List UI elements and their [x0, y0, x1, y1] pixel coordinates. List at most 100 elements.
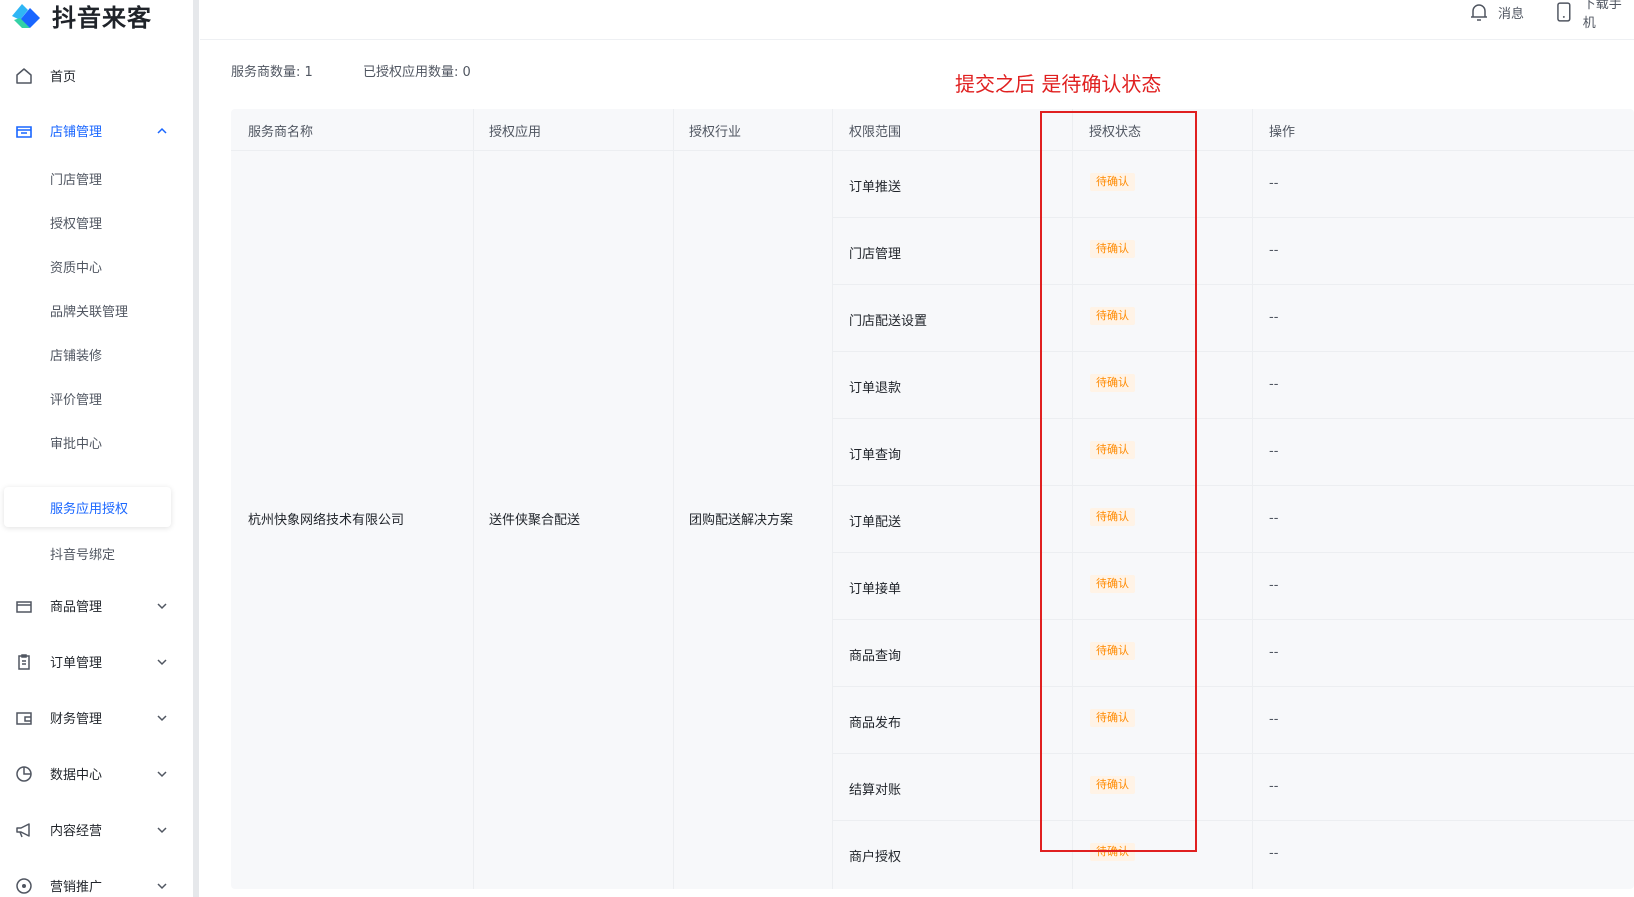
nav-content-ops[interactable]: 内容经营	[0, 809, 190, 849]
row-divider	[832, 686, 1634, 687]
nav-content-ops-label: 内容经营	[50, 823, 103, 839]
scope-cell: 订单查询	[849, 448, 902, 463]
operation-cell: --	[1269, 779, 1279, 794]
home-icon	[16, 68, 32, 84]
chevron-up-icon	[157, 127, 167, 134]
scope-cell: 商品查询	[849, 649, 902, 664]
logo[interactable]: 抖音来客	[8, 0, 152, 32]
sidebar-item-service-app-auth[interactable]: 服务应用授权	[4, 487, 171, 527]
authorized-app-count: 已授权应用数量: 0	[363, 65, 471, 80]
operation-cell: --	[1269, 511, 1279, 526]
provider-count: 服务商数量: 1	[231, 65, 313, 80]
operation-cell: --	[1269, 243, 1279, 258]
column-divider	[473, 109, 474, 889]
row-divider	[832, 217, 1634, 218]
nav-marketing[interactable]: 营销推广	[0, 865, 190, 897]
row-divider	[832, 820, 1634, 821]
scope-cell: 订单接单	[849, 582, 902, 597]
nav-marketing-label: 营销推广	[50, 879, 103, 895]
nav-store-management-label: 店铺管理	[50, 124, 103, 140]
sidebar-item-label: 门店管理	[50, 172, 103, 188]
sidebar-item-auth-management[interactable]: 授权管理	[0, 202, 172, 242]
clipboard-icon	[18, 654, 30, 670]
nav-home-label: 首页	[50, 69, 77, 85]
phone-icon	[1557, 2, 1571, 22]
location-icon	[16, 878, 32, 894]
sidebar-item-store-list[interactable]: 门店管理	[0, 158, 172, 198]
scope-cell: 订单推送	[849, 180, 902, 195]
sidebar-item-douyin-binding[interactable]: 抖音号绑定	[0, 533, 172, 573]
scope-cell: 门店配送设置	[849, 314, 928, 329]
row-divider	[832, 418, 1634, 419]
column-divider	[832, 109, 833, 889]
operation-cell: --	[1269, 578, 1279, 593]
messages-button[interactable]: 消息	[1468, 0, 1524, 24]
chevron-down-icon	[157, 883, 167, 890]
operation-cell: --	[1269, 377, 1279, 392]
provider-name-cell: 杭州快象网络技术有限公司	[248, 513, 405, 528]
nav-goods-management-label: 商品管理	[50, 599, 103, 615]
messages-label: 消息	[1498, 6, 1525, 22]
download-app-button[interactable]: 下载手机	[1553, 0, 1634, 31]
nav-order-management[interactable]: 订单管理	[0, 641, 190, 681]
scope-cell: 商品发布	[849, 716, 902, 731]
scope-cell: 门店管理	[849, 247, 902, 262]
sidebar-item-reviews[interactable]: 评价管理	[0, 378, 172, 418]
chevron-down-icon	[157, 715, 167, 722]
nav-data-center[interactable]: 数据中心	[0, 753, 190, 793]
annotation-note: 提交之后 是待确认状态	[955, 72, 1162, 96]
row-divider	[832, 552, 1634, 553]
nav-data-center-label: 数据中心	[50, 767, 103, 783]
logo-text: 抖音来客	[52, 3, 152, 32]
sidebar-item-label: 授权管理	[50, 216, 103, 232]
nav-home[interactable]: 首页	[0, 55, 190, 95]
topbar: 消息 下载手机	[200, 0, 1634, 40]
header-authorized-app: 授权应用	[489, 125, 542, 140]
sidebar-item-label: 评价管理	[50, 392, 103, 408]
header-industry: 授权行业	[689, 125, 742, 140]
sidebar-item-label: 服务应用授权	[50, 501, 129, 517]
nav-finance-management-label: 财务管理	[50, 711, 103, 727]
sidebar-item-label: 资质中心	[50, 260, 103, 276]
operation-cell: --	[1269, 176, 1279, 191]
sidebar-item-label: 审批中心	[50, 436, 103, 452]
sidebar-item-label: 店铺装修	[50, 348, 103, 364]
header-scope: 权限范围	[849, 125, 902, 140]
authorized-app-cell: 送件侠聚合配送	[489, 513, 581, 528]
row-divider	[832, 619, 1634, 620]
column-divider	[673, 109, 674, 889]
sidebar-item-qualification[interactable]: 资质中心	[0, 246, 172, 286]
megaphone-icon	[16, 823, 30, 838]
authorization-table	[231, 109, 1634, 889]
row-divider	[832, 351, 1634, 352]
chevron-down-icon	[157, 603, 167, 610]
scope-cell: 商户授权	[849, 850, 902, 865]
sidebar-item-brand-link[interactable]: 品牌关联管理	[0, 290, 172, 330]
operation-cell: --	[1269, 310, 1279, 325]
scope-cell: 订单退款	[849, 381, 902, 396]
row-divider	[832, 485, 1634, 486]
sidebar: 抖音来客 首页 店铺管理 门店管理 授权管理 资质中心 品牌关联管理 店铺装修 …	[0, 0, 190, 897]
sidebar-item-approval[interactable]: 审批中心	[0, 422, 172, 462]
nav-goods-management[interactable]: 商品管理	[0, 585, 190, 625]
operation-cell: --	[1269, 444, 1279, 459]
row-divider	[832, 284, 1634, 285]
chevron-down-icon	[157, 659, 167, 666]
status-highlight-box	[1040, 111, 1197, 852]
pie-chart-icon	[16, 766, 32, 782]
nav-finance-management[interactable]: 财务管理	[0, 697, 190, 737]
scope-cell: 订单配送	[849, 515, 902, 530]
sidebar-item-label: 品牌关联管理	[50, 304, 129, 320]
nav-order-management-label: 订单管理	[50, 655, 103, 671]
header-operation: 操作	[1269, 125, 1296, 140]
scope-cell: 结算对账	[849, 783, 902, 798]
operation-cell: --	[1269, 645, 1279, 660]
sidebar-item-label: 抖音号绑定	[50, 547, 116, 563]
nav-store-management[interactable]: 店铺管理	[0, 110, 190, 150]
sidebar-item-store-decoration[interactable]: 店铺装修	[0, 334, 172, 374]
header-divider	[231, 150, 1634, 151]
chevron-down-icon	[157, 771, 167, 778]
download-app-label: 下载手机	[1582, 0, 1622, 31]
column-divider	[1252, 109, 1253, 889]
sidebar-scrollbar[interactable]	[193, 0, 199, 897]
